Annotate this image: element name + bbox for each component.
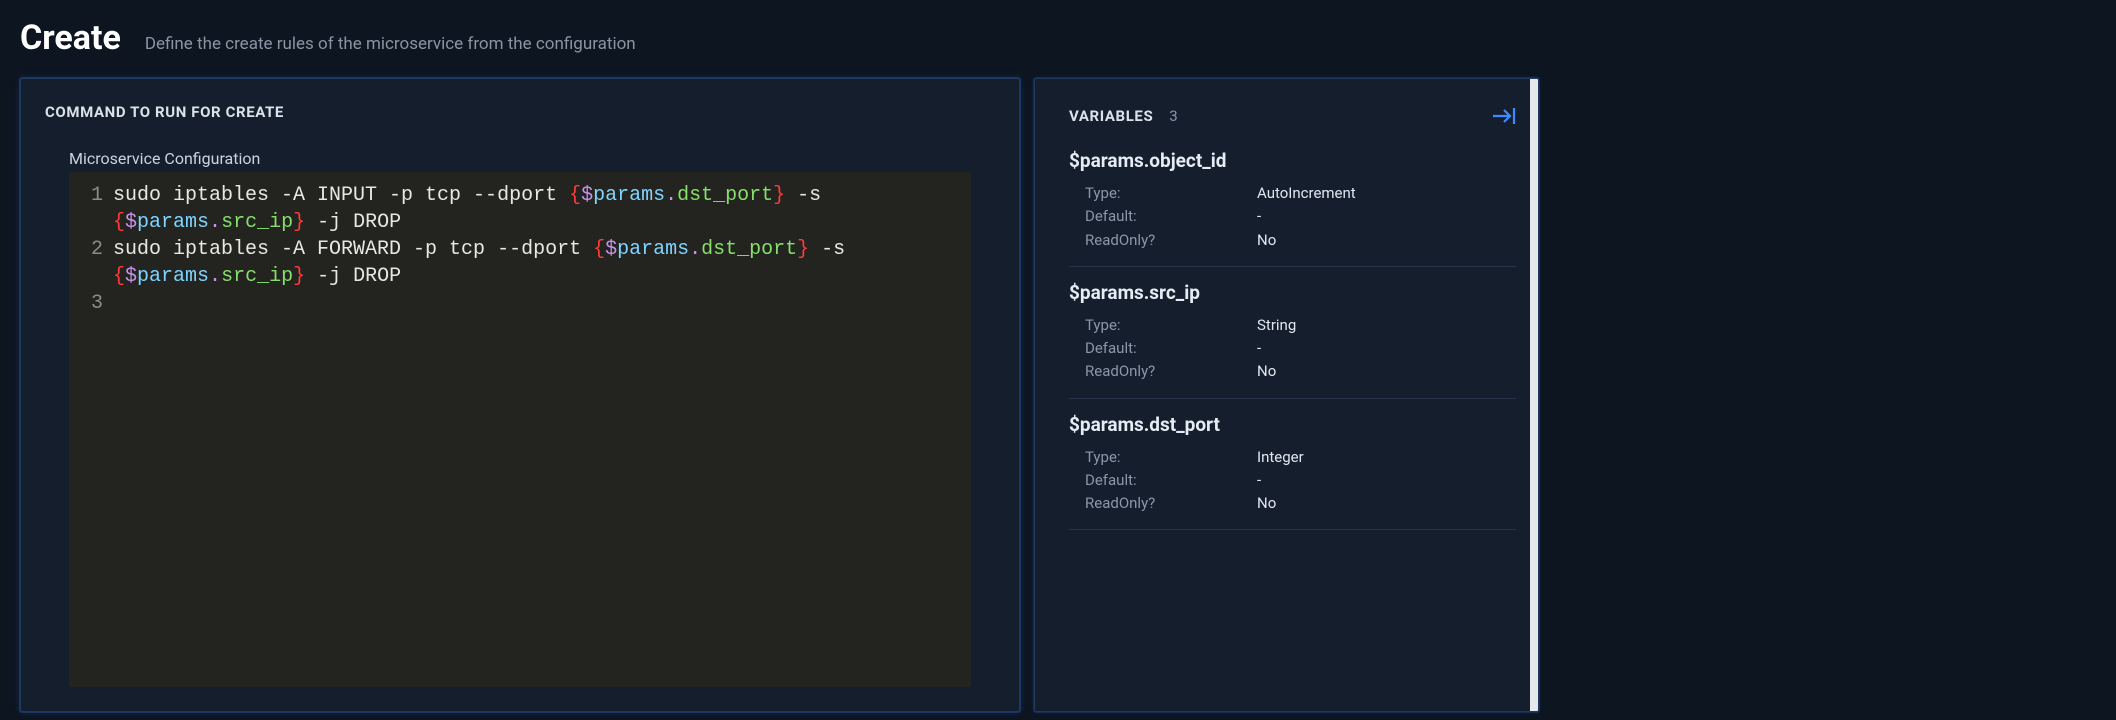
- variable-row-readonly: ReadOnly?No: [1069, 492, 1516, 515]
- code-line: 2 sudo iptables -A FORWARD -p tcp --dport…: [79, 236, 957, 290]
- variables-header: VARIABLES 3: [1069, 107, 1516, 125]
- command-panel: COMMAND TO RUN FOR CREATE Microservice C…: [20, 78, 1020, 712]
- variables-list: $params.object_idType:AutoIncrementDefau…: [1069, 149, 1516, 530]
- code-line: 1 sudo iptables -A INPUT -p tcp --dport {…: [79, 182, 957, 236]
- variable-row-default: Default:-: [1069, 337, 1516, 360]
- variable-row-type: Type:String: [1069, 314, 1516, 337]
- variable-block: $params.dst_port Type:IntegerDefault:-Rea…: [1069, 399, 1516, 531]
- collapse-right-icon[interactable]: [1492, 107, 1516, 125]
- code-line: 3: [79, 290, 957, 317]
- variable-row-type: Type:Integer: [1069, 446, 1516, 469]
- variable-row-default: Default:-: [1069, 205, 1516, 228]
- variable-name: $params.object_id: [1069, 149, 1516, 172]
- code-editor[interactable]: 1 sudo iptables -A INPUT -p tcp --dport {…: [69, 172, 971, 687]
- command-panel-title: COMMAND TO RUN FOR CREATE: [45, 103, 995, 121]
- content-row: COMMAND TO RUN FOR CREATE Microservice C…: [0, 78, 2116, 712]
- line-number: 1: [79, 182, 103, 209]
- variable-name: $params.src_ip: [1069, 281, 1516, 304]
- variable-name: $params.dst_port: [1069, 413, 1516, 436]
- line-content: sudo iptables -A FORWARD -p tcp --dport …: [113, 236, 957, 290]
- page-title: Create: [20, 18, 121, 58]
- config-label: Microservice Configuration: [69, 149, 995, 168]
- variable-row-readonly: ReadOnly?No: [1069, 229, 1516, 252]
- variable-row-readonly: ReadOnly?No: [1069, 360, 1516, 383]
- variable-row-default: Default:-: [1069, 469, 1516, 492]
- page-header: Create Define the create rules of the mi…: [0, 0, 2116, 78]
- page-subtitle: Define the create rules of the microserv…: [145, 34, 636, 54]
- variable-row-type: Type:AutoIncrement: [1069, 182, 1516, 205]
- variable-block: $params.object_id Type:AutoIncrementDefau…: [1069, 149, 1516, 267]
- variables-title: VARIABLES: [1069, 107, 1153, 125]
- variables-panel: VARIABLES 3 $params.object_id Type:AutoIn…: [1034, 78, 1539, 712]
- variables-count: 3: [1169, 107, 1177, 125]
- line-number: 2: [79, 236, 103, 263]
- line-number: 3: [79, 290, 103, 317]
- variable-block: $params.src_ip Type:StringDefault:-ReadOn…: [1069, 267, 1516, 399]
- line-content: sudo iptables -A INPUT -p tcp --dport {$…: [113, 182, 957, 236]
